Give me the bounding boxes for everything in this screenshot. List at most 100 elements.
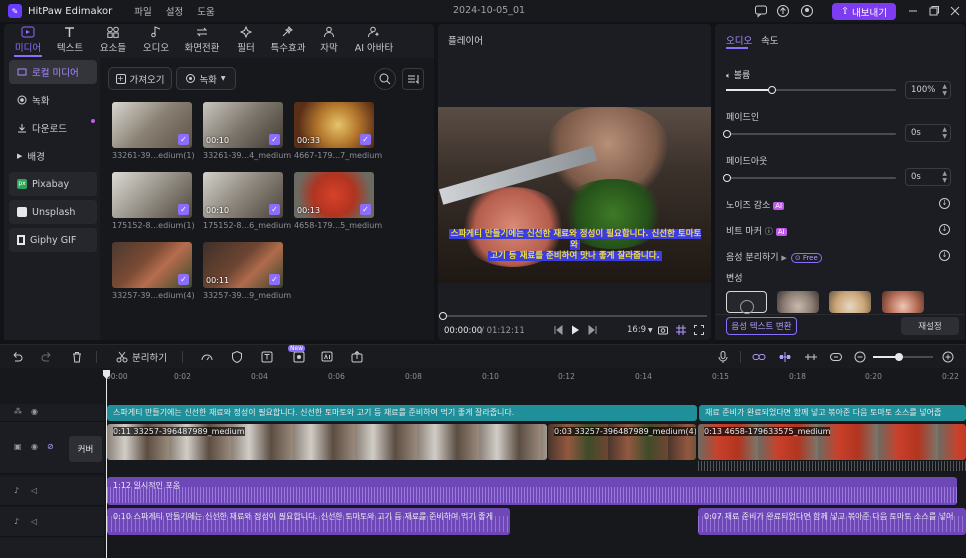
account-icon[interactable] — [800, 4, 814, 18]
fadein-slider[interactable] — [723, 130, 896, 138]
cover-button[interactable]: 커버 — [69, 436, 102, 462]
snap-icon[interactable] — [778, 350, 792, 364]
restore-icon[interactable] — [927, 4, 941, 18]
ai-edit-icon[interactable] — [292, 350, 306, 364]
microphone-icon[interactable] — [716, 350, 730, 364]
voice-clip-1[interactable]: 0:10 스파게티 만들기에는 신선한 재료와 정성이 필요합니다. 신선한 토… — [107, 508, 510, 535]
fadein-input[interactable]: 0s ▲ ▼ — [905, 124, 951, 142]
speaker-icon[interactable]: ◁ — [31, 486, 37, 495]
ripple-icon[interactable] — [804, 350, 818, 364]
player-progress-bar[interactable] — [439, 312, 707, 320]
play-icon[interactable] — [569, 324, 581, 336]
tab-transition[interactable]: 화면전환 — [180, 26, 224, 54]
menu-settings[interactable]: 설정 — [166, 4, 183, 18]
volume-knob[interactable] — [767, 86, 776, 94]
tab-ai-avatar[interactable]: AI 아바타 — [349, 26, 399, 54]
voice-clip-2[interactable]: 0:07 재료 준비가 완료되었다면 함께 넣고 볶아준 다음 토마토 소스를 … — [698, 508, 966, 535]
next-frame-icon[interactable] — [587, 324, 599, 336]
tab-filter[interactable]: 필터 — [226, 26, 266, 54]
zoom-in-icon[interactable] — [941, 350, 955, 364]
tab-audio-props[interactable]: 오디오 — [726, 33, 752, 47]
spinner-icon[interactable]: ▲ ▼ — [942, 170, 947, 184]
sidebar-item-background[interactable]: ▶ 배경 — [9, 144, 97, 168]
media-thumb-4[interactable]: ✓ — [112, 172, 192, 218]
speaker-icon[interactable]: ◁ — [31, 517, 37, 526]
link-icon[interactable] — [752, 350, 766, 364]
tab-text[interactable]: 텍스트 — [50, 26, 90, 54]
aspect-ratio-dropdown[interactable]: 16:9 ▼ — [627, 325, 653, 335]
grid-icon[interactable] — [675, 324, 687, 336]
tab-audio[interactable]: 오디오 — [136, 26, 176, 54]
spinner-icon[interactable]: ▲ ▼ — [942, 83, 947, 97]
text-clip-2[interactable]: 재료 준비가 완료되었다면 함께 넣고 볶아준 다음 토마토 소스를 넣어줍 — [699, 405, 966, 421]
fadeout-slider[interactable] — [723, 174, 896, 182]
export-clip-icon[interactable] — [350, 350, 364, 364]
undo-icon[interactable] — [10, 350, 24, 364]
download-icon[interactable]: ↓ — [939, 224, 950, 235]
media-thumb-3[interactable]: 00:33 ✓ — [294, 102, 374, 148]
sidebar-item-unsplash[interactable]: Unsplash — [9, 200, 97, 224]
tab-media[interactable]: 미디어 — [8, 26, 48, 54]
download-icon[interactable]: ↓ — [939, 250, 950, 261]
tab-speed[interactable]: 속도 — [761, 33, 778, 47]
sidebar-item-giphy[interactable]: Giphy GIF — [9, 228, 97, 252]
zoom-out-icon[interactable] — [853, 350, 867, 364]
snapshot-icon[interactable] — [657, 324, 669, 336]
redo-icon[interactable] — [40, 350, 54, 364]
spinner-icon[interactable]: ▲ ▼ — [942, 126, 947, 140]
sidebar-item-record[interactable]: 녹화 — [9, 88, 97, 112]
media-thumb-5[interactable]: 00:10 ✓ — [203, 172, 283, 218]
voice-to-text-button[interactable]: 음성 텍스트 변환 — [726, 317, 797, 335]
media-thumb-1[interactable]: ✓ — [112, 102, 192, 148]
zoom-slider[interactable] — [873, 353, 933, 361]
video-clip-3[interactable]: 0:13 4658-179633575_medium — [698, 424, 966, 460]
search-button[interactable] — [374, 68, 396, 90]
delete-icon[interactable] — [70, 350, 84, 364]
fullscreen-icon[interactable] — [693, 324, 705, 336]
feedback-icon[interactable] — [754, 4, 768, 18]
eye-icon[interactable]: ◉ — [31, 442, 38, 451]
mute-icon[interactable]: ⊘ — [47, 442, 54, 451]
sidebar-item-local-media[interactable]: 로컬 미디어 — [9, 60, 97, 84]
fadeout-knob[interactable] — [723, 174, 731, 182]
download-icon[interactable]: ↓ — [939, 198, 950, 209]
menu-help[interactable]: 도움 — [197, 4, 214, 18]
ai-text-icon[interactable] — [320, 350, 334, 364]
export-button[interactable]: ⇪ 내보내기 — [832, 3, 896, 20]
media-thumb-7[interactable]: ✓ — [112, 242, 192, 288]
tab-effects[interactable]: 특수효과 — [266, 26, 310, 54]
sidebar-item-pixabay[interactable]: px Pixabay — [9, 172, 97, 196]
import-button[interactable]: + 가져오기 — [108, 67, 172, 90]
menu-file[interactable]: 파일 — [134, 4, 151, 18]
fadein-knob[interactable] — [723, 130, 731, 138]
reset-button[interactable]: 재설정 — [901, 317, 959, 335]
tab-elements[interactable]: 요소들 — [93, 26, 133, 54]
media-thumb-6[interactable]: 00:13 ✓ — [294, 172, 374, 218]
video-clip-1[interactable]: 0:11 33257-396487989_medium — [107, 424, 547, 460]
eye-icon[interactable]: ◉ — [31, 407, 38, 416]
zoom-knob[interactable] — [895, 353, 903, 361]
media-thumb-8[interactable]: 00:11 ✓ — [203, 242, 283, 288]
split-button[interactable]: 분리하기 — [116, 350, 167, 364]
info-icon[interactable]: ⓘ — [765, 227, 773, 236]
shield-icon[interactable] — [230, 350, 244, 364]
upload-icon[interactable] — [776, 4, 790, 18]
close-icon[interactable] — [948, 4, 962, 18]
time-ruler[interactable]: 00:00 0:02 0:04 0:06 0:08 0:10 0:12 0:14… — [106, 368, 966, 382]
text-clip-1[interactable]: 스파게티 만들기에는 신선한 재료와 정성이 필요합니다. 신선한 토마토와 고… — [107, 405, 697, 421]
voice-preset-3[interactable] — [882, 291, 924, 313]
voice-preset-2[interactable] — [829, 291, 871, 313]
chevron-right-icon[interactable]: ▶ — [781, 254, 786, 262]
text-box-icon[interactable] — [260, 350, 274, 364]
video-clip-2[interactable]: 0:03 33257-396487989_medium(4) — [548, 424, 696, 460]
volume-slider[interactable] — [726, 86, 896, 94]
fadeout-input[interactable]: 0s ▲ ▼ — [905, 168, 951, 186]
preview-icon[interactable] — [829, 350, 843, 364]
media-thumb-2[interactable]: 00:10 ✓ — [203, 102, 283, 148]
video-preview[interactable]: 스파게티 만들기에는 신선한 재료와 정성이 필요합니다. 신선한 토마토와 고… — [438, 107, 711, 283]
sort-button[interactable] — [402, 68, 424, 90]
tab-subtitle[interactable]: 자막 — [309, 26, 349, 54]
volume-input[interactable]: 100% ▲ ▼ — [905, 81, 951, 99]
prev-frame-icon[interactable] — [552, 324, 564, 336]
sidebar-item-download[interactable]: 다운로드 — [9, 116, 97, 140]
